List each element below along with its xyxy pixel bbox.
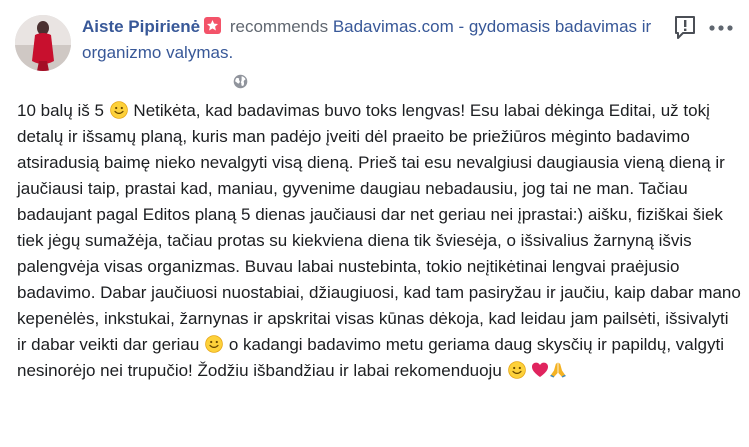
- more-options-icon[interactable]: [706, 18, 736, 38]
- recommendation-post: Aiste Pipirienė recommends Badavimas.com…: [0, 0, 749, 447]
- red-heart-emoji: [532, 362, 549, 377]
- author-name[interactable]: Aiste Pipirienė: [82, 17, 200, 36]
- smile-emoji: [205, 335, 223, 353]
- review-text-part-2: Netikėta, kad badavimas buvo toks lengva…: [17, 101, 741, 354]
- smile-emoji: [507, 361, 526, 379]
- public-globe-icon[interactable]: [233, 74, 248, 89]
- recommends-text: recommends: [225, 17, 333, 36]
- avatar-photo: [15, 15, 71, 71]
- folded-hands-emoji: [550, 362, 567, 378]
- report-flag-icon[interactable]: [672, 14, 698, 40]
- avatar[interactable]: [15, 15, 71, 71]
- review-text-part-1: 10 balų iš 5: [17, 101, 109, 120]
- post-header: Aiste Pipirienė recommends Badavimas.com…: [82, 14, 662, 66]
- review-text: 10 balų iš 5 Netikėta, kad badavimas buv…: [17, 98, 742, 384]
- smile-emoji: [109, 101, 128, 119]
- gem-badge-icon: [204, 17, 222, 34]
